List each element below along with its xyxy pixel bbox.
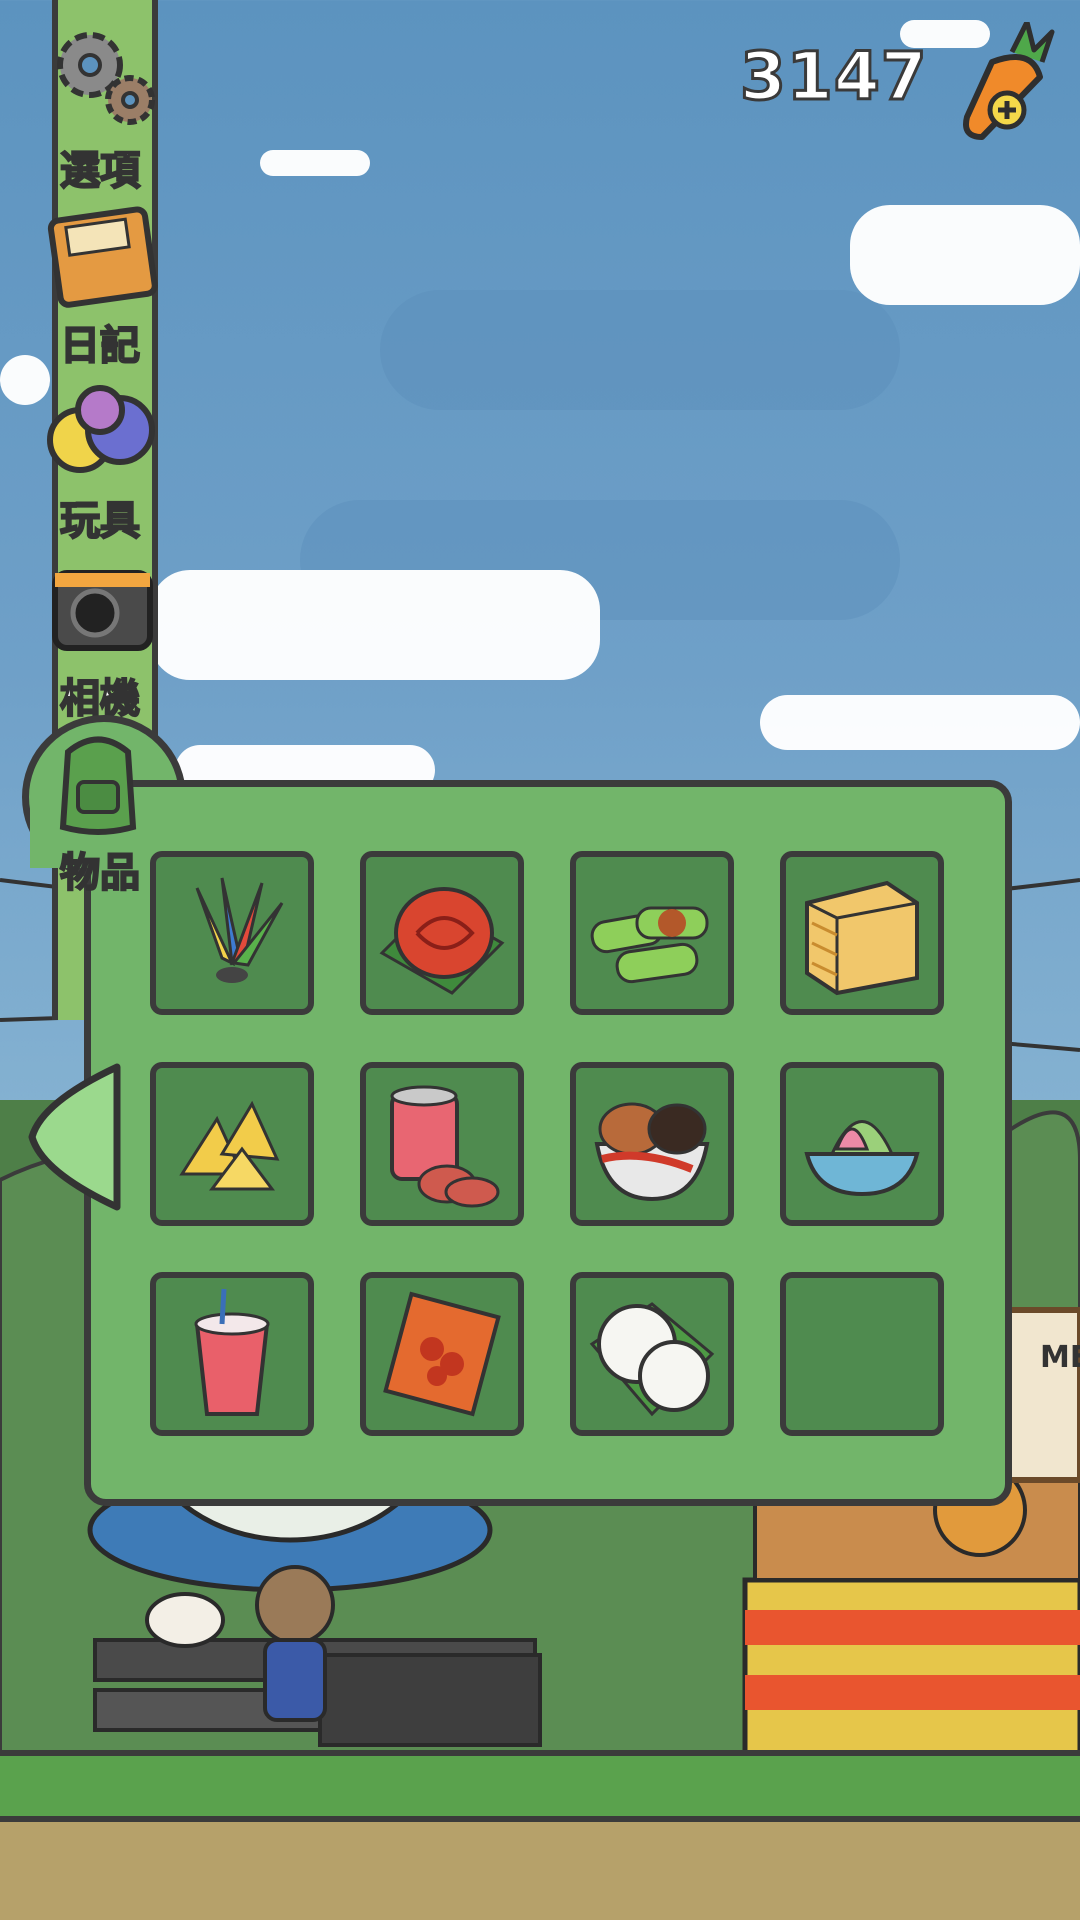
layer-cake-icon	[805, 880, 919, 996]
carrot-plus-icon	[963, 19, 1055, 140]
cloud	[760, 695, 1080, 750]
inventory-slot[interactable]	[360, 1272, 524, 1436]
pink-drink-icon	[194, 1288, 270, 1416]
backpack-icon	[59, 736, 137, 835]
inventory-slot[interactable]	[360, 1062, 524, 1226]
inventory-slot[interactable]	[150, 1062, 314, 1226]
sidebar-item-toys[interactable]: 玩具	[30, 370, 170, 545]
dried-chili-packet-icon	[383, 1291, 501, 1417]
samosa-icon	[179, 1100, 280, 1191]
inventory-slot-empty[interactable]	[780, 1272, 944, 1436]
sidebar-item-diary[interactable]: 日記	[30, 195, 170, 370]
carrot-plus-button[interactable]	[952, 19, 1062, 142]
camera-icon	[52, 570, 153, 651]
red-tortoise-cake-icon	[379, 887, 505, 995]
spring-roll-icon	[590, 906, 709, 984]
gear-icon	[57, 32, 155, 125]
feather-shuttlecock-icon	[195, 877, 284, 983]
toy-balls-icon	[47, 385, 155, 473]
previous-page-button[interactable]	[22, 1062, 122, 1212]
canned-luncheon-meat-icon	[390, 1085, 500, 1208]
inventory-slot[interactable]	[780, 851, 944, 1015]
sidebar-item-label: 日記	[59, 322, 141, 370]
bear-character[interactable]	[255, 1565, 335, 1722]
inventory-slot[interactable]	[360, 851, 524, 1015]
stall-sign: ME	[1040, 1340, 1080, 1375]
cloud	[260, 150, 370, 176]
cloud	[850, 205, 1080, 305]
sidebar-item-options[interactable]: 選項	[30, 20, 170, 195]
diary-icon	[47, 206, 158, 308]
inventory-slot[interactable]	[780, 1062, 944, 1226]
steamed-bun-icon	[589, 1302, 715, 1417]
sidebar-item-label: 選項	[59, 147, 141, 195]
sidebar-item-camera[interactable]: 相機	[30, 548, 170, 723]
shaved-ice-dessert-icon	[804, 1120, 920, 1197]
grass-strip	[0, 1750, 1080, 1822]
sky-shade	[380, 290, 900, 410]
sidebar-item-label: 物品	[59, 849, 141, 897]
inventory-slot[interactable]	[570, 851, 734, 1015]
rabbit-character[interactable]	[145, 1592, 225, 1648]
sidebar-item-label: 玩具	[59, 497, 141, 545]
inventory-slot[interactable]	[570, 1062, 734, 1226]
inventory-slot[interactable]	[150, 1272, 314, 1436]
inventory-slot[interactable]	[570, 1272, 734, 1436]
rice-bowl-icon	[594, 1102, 710, 1202]
inventory-slot[interactable]	[150, 851, 314, 1015]
cloud	[150, 570, 600, 680]
carrot-count: 3147	[739, 37, 929, 117]
